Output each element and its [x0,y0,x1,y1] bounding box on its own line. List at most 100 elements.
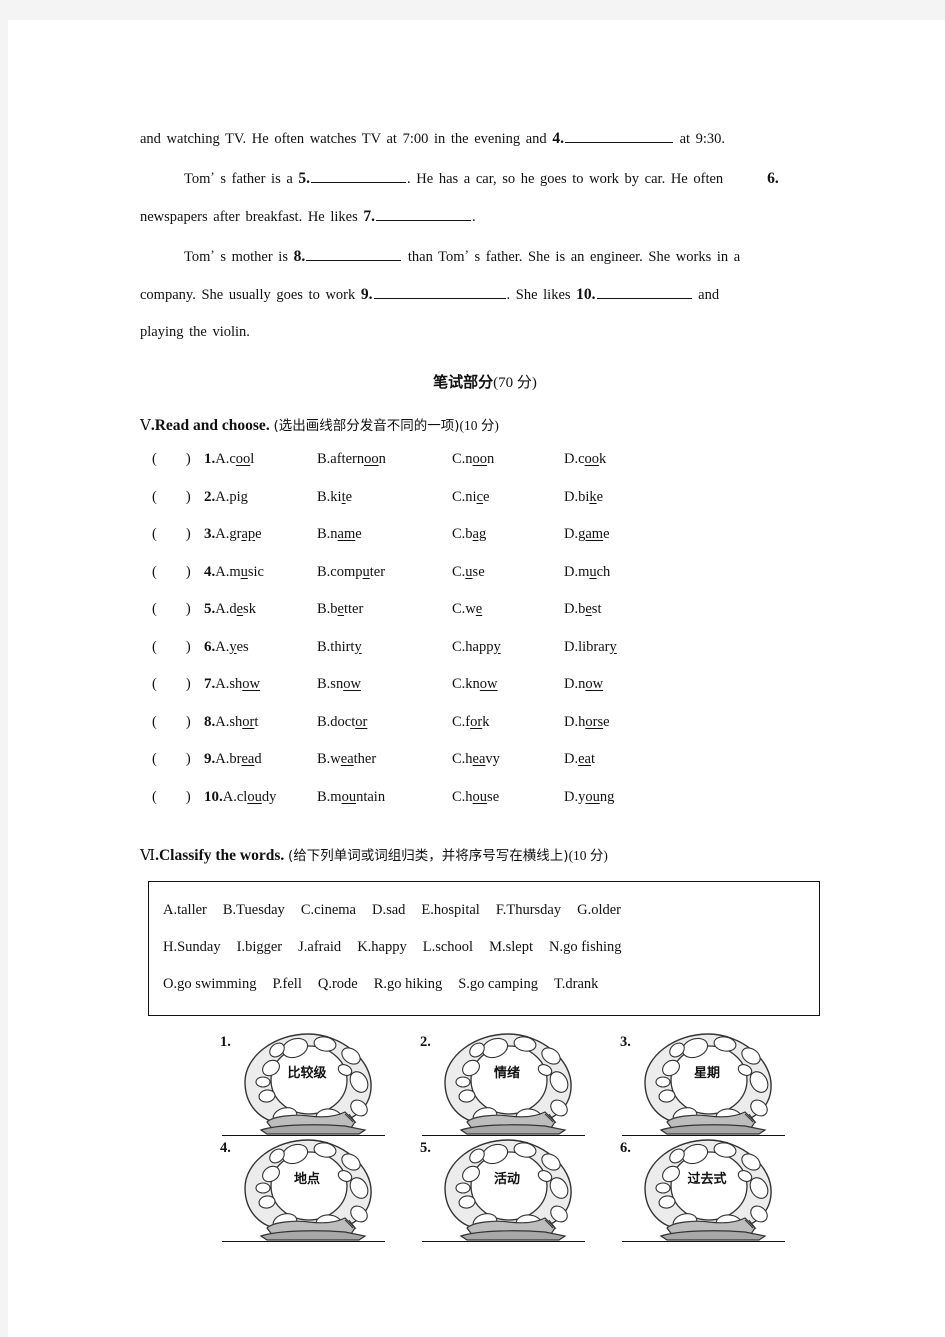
mc-option-b[interactable]: B.kite [317,489,452,506]
word-bank-item[interactable]: I.bigger [237,939,283,955]
mc-option-b[interactable]: B.snow [317,676,452,693]
answer-blank-10[interactable] [596,284,692,299]
cloze-line-2: Tom’ s father is a 5. . He has a car, so … [140,158,830,198]
mc-option-c[interactable]: C.nice [452,489,564,506]
underlined-letters: am [585,526,604,542]
answer-parenthesis[interactable]: ( ) [152,564,204,581]
mc-option-c[interactable]: C.happy [452,639,564,656]
mc-option-d[interactable]: D.horse [564,714,676,731]
mc-option-d[interactable]: D.much [564,564,676,581]
word-bank-item[interactable]: L.school [423,939,473,955]
blank-number-8: 8. [293,248,306,265]
answer-blank-8[interactable] [306,246,402,261]
mc-option-b[interactable]: B.name [317,526,452,543]
snail-illustration [644,1033,772,1135]
mc-option-b[interactable]: B.thirty [317,639,452,656]
underlined-letters: ow [242,676,260,692]
mc-option-c[interactable]: C.bag [452,526,564,543]
mc-option-a[interactable]: 6.A.yes [204,639,317,656]
word-bank-item[interactable]: M.slept [489,939,533,955]
underlined-letters: e [337,601,344,617]
word-bank-item[interactable]: N.go fishing [549,939,622,955]
underlined-letters: oo [584,451,600,467]
blank-number-10: 10. [576,286,596,303]
mc-option-b[interactable]: B.computer [317,564,452,581]
mc-option-d[interactable]: D.game [564,526,676,543]
word-bank-box: A.taller B.Tuesday C.cinema D.sad E.hospital… [148,881,820,1016]
mc-option-d[interactable]: D.best [564,601,676,618]
answer-parenthesis[interactable]: ( ) [152,601,204,618]
answer-parenthesis[interactable]: ( ) [152,751,204,768]
mc-option-c[interactable]: C.house [452,789,564,806]
answer-parenthesis[interactable]: ( ) [152,489,204,506]
underlined-letters: ea [578,751,591,767]
word-bank-item[interactable]: P.fell [272,976,301,992]
mc-option-a[interactable]: 10.A.cloudy [204,789,317,806]
category-index: 5. [420,1140,431,1156]
mc-option-b[interactable]: B.doctor [317,714,452,731]
answer-blank-9[interactable] [373,284,506,299]
mc-option-c[interactable]: C.fork [452,714,564,731]
underlined-letters: ea [472,751,486,767]
answer-parenthesis[interactable]: ( ) [152,639,204,656]
snail-illustration [444,1033,572,1135]
word-bank-item[interactable]: G.older [577,902,621,918]
word-bank-item[interactable]: K.happy [357,939,407,955]
answer-parenthesis[interactable]: ( ) [152,526,204,543]
answer-blank-5[interactable] [311,168,407,183]
underlined-letters: y [354,638,362,655]
word-bank-item[interactable]: J.afraid [298,939,341,955]
answer-parenthesis[interactable]: ( ) [152,789,204,806]
mc-option-b[interactable]: B.weather [317,751,452,768]
mc-option-d[interactable]: D.library [564,639,676,656]
answer-blank-4[interactable] [564,128,673,143]
mc-option-c[interactable]: C.we [452,601,564,618]
mc-option-c[interactable]: C.know [452,676,564,693]
answer-parenthesis[interactable]: ( ) [152,676,204,693]
word-bank-item[interactable]: F.Thursday [496,902,561,918]
word-bank-item[interactable]: T.drank [554,976,598,992]
blank-number-6: 6. [767,170,779,187]
mc-row: ( ) 7.A.show B.snow C.know D.now [152,676,830,714]
word-bank-item[interactable]: D.sad [372,902,405,918]
snail-illustration [644,1139,772,1241]
answer-parenthesis[interactable]: ( ) [152,451,204,468]
mc-option-d[interactable]: D.bike [564,489,676,506]
word-bank-item[interactable]: H.Sunday [163,939,221,955]
answer-parenthesis[interactable]: ( ) [152,714,204,731]
mc-option-b[interactable]: B.afternoon [317,451,452,468]
mc-option-c[interactable]: C.use [452,564,564,581]
mc-option-a[interactable]: 9.A.bread [204,751,317,768]
word-bank-item[interactable]: B.Tuesday [223,902,285,918]
word-bank-item[interactable]: C.cinema [301,902,356,918]
mc-option-b[interactable]: B.mountain [317,789,452,806]
section-6-heading: Ⅵ.Classify the words. (给下列单词或词组归类，并将序号写在… [140,844,830,865]
mc-option-c[interactable]: C.heavy [452,751,564,768]
mc-option-d[interactable]: D.eat [564,751,676,768]
blank-number-5: 5. [298,170,311,187]
mc-option-c[interactable]: C.noon [452,451,564,468]
mc-option-a[interactable]: 8.A.short [204,714,317,731]
mc-option-b[interactable]: B.better [317,601,452,618]
mc-option-d[interactable]: D.young [564,789,676,806]
section-6-numeral: Ⅵ [140,846,156,864]
mc-option-a[interactable]: 2.A.pig [204,489,317,506]
underlined-letters: y [229,638,237,655]
mc-option-a[interactable]: 5.A.desk [204,601,317,618]
mc-question-number: 4. [204,563,216,580]
mc-option-a[interactable]: 4.A.music [204,564,317,581]
mc-option-d[interactable]: D.cook [564,451,676,468]
cloze-text-3d: s father. She is an engineer. She works … [474,249,741,265]
mc-option-a[interactable]: 1.A.cool [204,451,317,468]
word-bank-item[interactable]: O.go swimming [163,976,256,992]
word-bank-item[interactable]: A.taller [163,902,207,918]
word-bank-item[interactable]: Q.rode [318,976,358,992]
underlined-letters: y [493,638,501,655]
answer-blank-7[interactable] [376,206,472,221]
word-bank-item[interactable]: R.go hiking [374,976,442,992]
word-bank-item[interactable]: S.go camping [458,976,538,992]
mc-option-a[interactable]: 3.A.grape [204,526,317,543]
mc-option-d[interactable]: D.now [564,676,676,693]
word-bank-item[interactable]: E.hospital [421,902,479,918]
mc-option-a[interactable]: 7.A.show [204,676,317,693]
